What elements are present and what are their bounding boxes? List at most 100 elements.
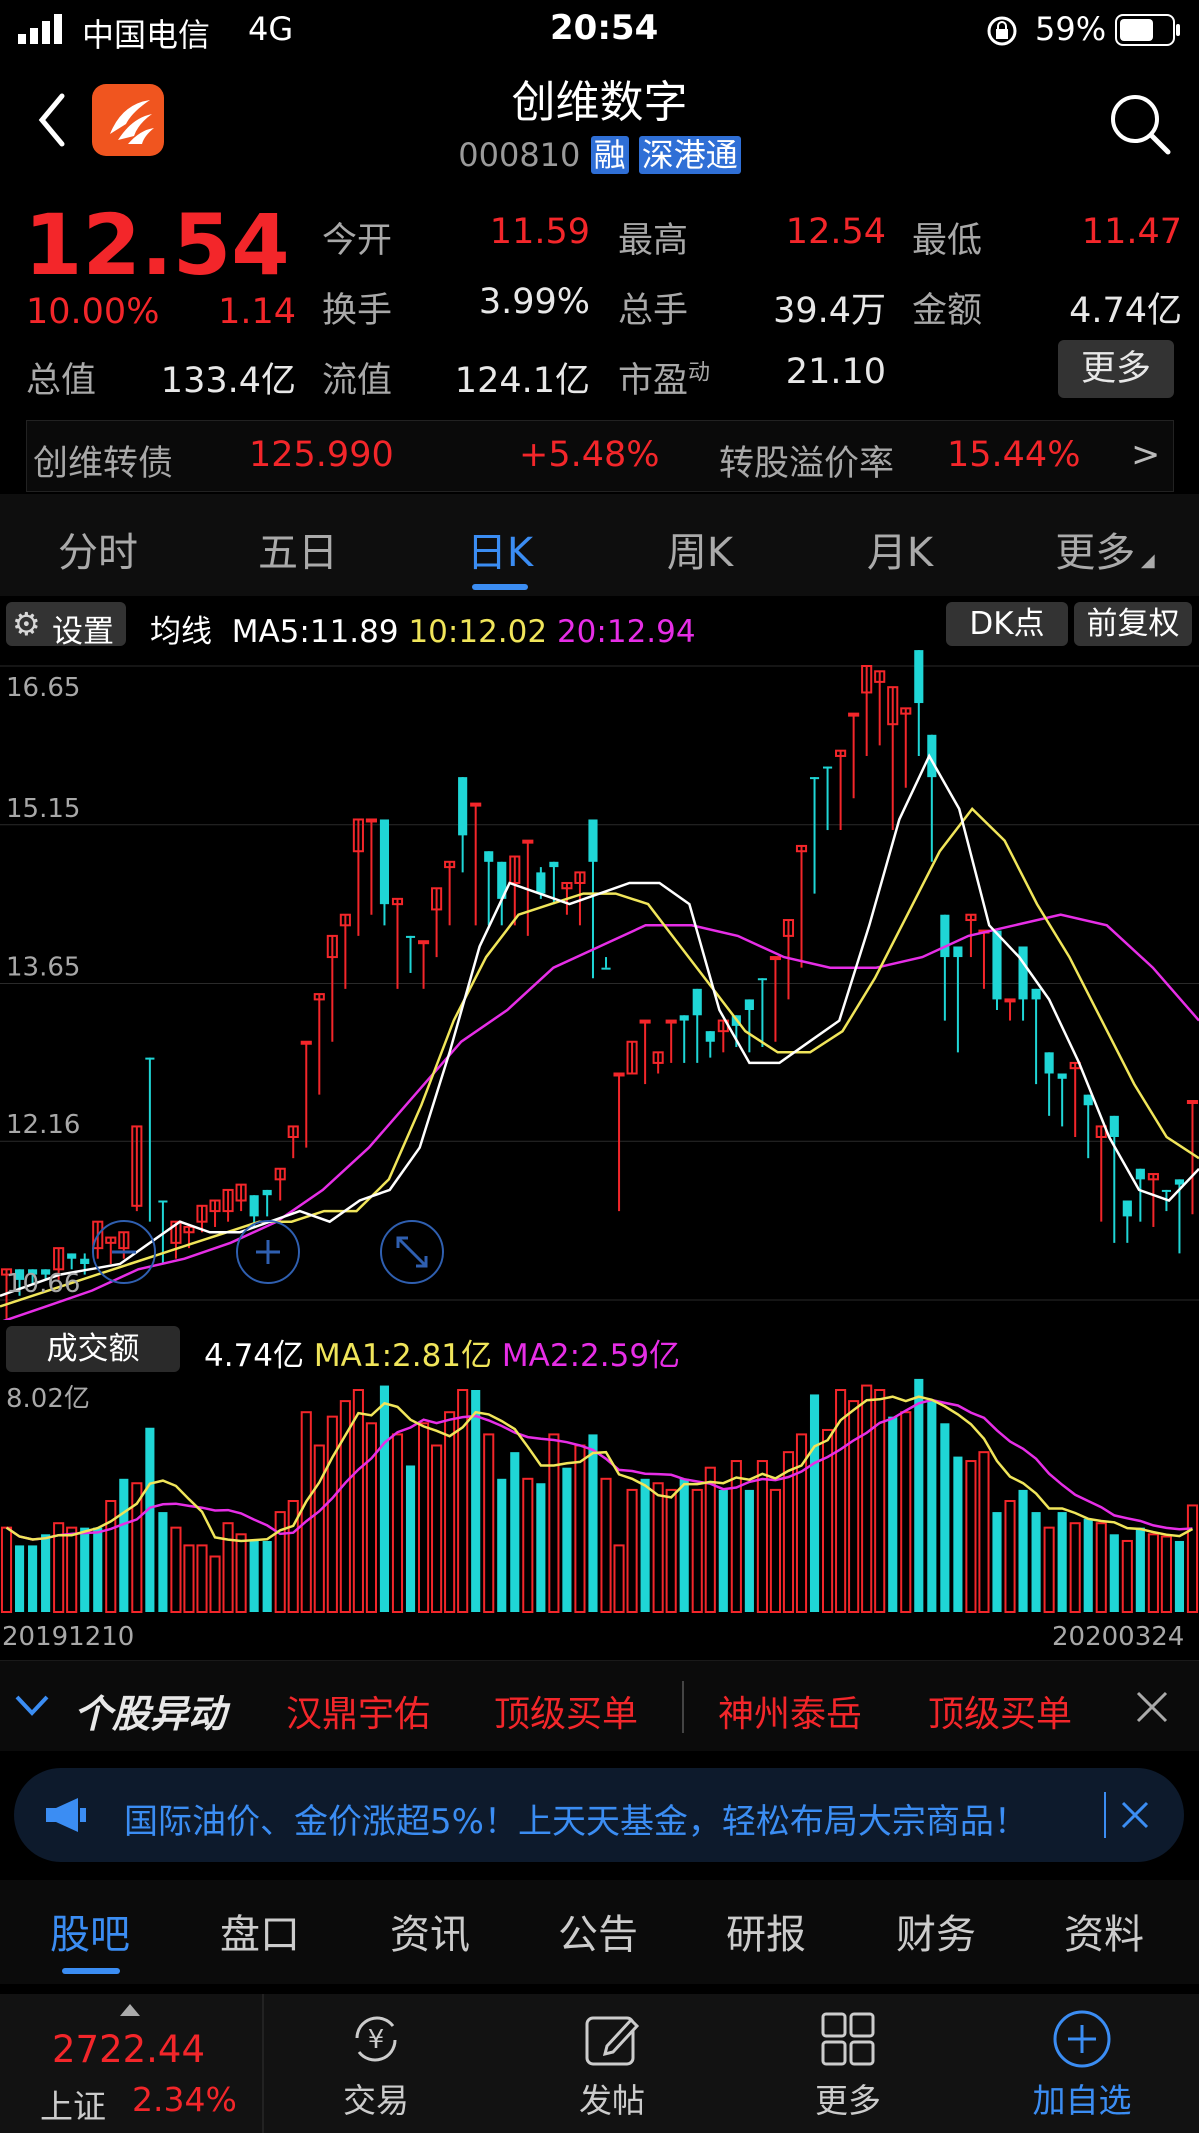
ma-legend: 均线 MA5:11.89 10:12.02 20:12.94: [150, 614, 696, 650]
tab-announcements[interactable]: 公告: [528, 1902, 668, 1960]
volume-bar: [379, 1385, 390, 1612]
volume-bar: [300, 1411, 312, 1614]
bond-name: 创维转债: [33, 444, 174, 484]
volume-bar: [574, 1444, 586, 1613]
candle-body: [158, 1200, 168, 1203]
fullscreen-button[interactable]: [380, 1220, 444, 1284]
bottom-bar: 2722.44 上证 2.34% ¥ 交易 发帖 更多 加自选: [0, 1994, 1199, 2133]
volume-bar: [249, 1540, 259, 1612]
candle-body: [484, 851, 494, 862]
search-icon[interactable]: [1108, 92, 1172, 160]
ad-banner[interactable]: 国际油价、金价涨超5%！上天天基金，轻松布局大宗商品！: [14, 1768, 1184, 1862]
tab-profile[interactable]: 资料: [1034, 1902, 1174, 1960]
add-watchlist-button[interactable]: 加自选: [1012, 2008, 1152, 2122]
candle-body: [613, 1072, 625, 1077]
post-button[interactable]: 发帖: [552, 2008, 672, 2122]
more-quote-button[interactable]: 更多: [1058, 340, 1174, 398]
alert-item1-tag[interactable]: 顶级买单: [494, 1685, 638, 1737]
settings-button[interactable]: ⚙ 设置: [6, 602, 126, 650]
convertible-bond-row[interactable]: 创维转债 125.990 +5.48% 转股溢价率 15.44% >: [26, 420, 1174, 492]
volume-bar: [756, 1460, 768, 1614]
bottom-divider: [262, 1994, 264, 2133]
alert-item1-name[interactable]: 汉鼎宇佑: [286, 1685, 430, 1737]
zoom-out-button[interactable]: [92, 1220, 156, 1284]
pe-value: 21.10: [785, 352, 886, 392]
volume-bar: [1135, 1527, 1145, 1612]
volume-bar: [1174, 1540, 1185, 1612]
volume-bar: [848, 1400, 860, 1613]
tab-day-k[interactable]: 日K: [430, 520, 570, 578]
section-tabs: 股吧 盘口 资讯 公告 研报 财务 资料: [0, 1880, 1199, 1984]
index-ticker[interactable]: 2722.44 上证 2.34%: [0, 1994, 262, 2133]
more-button[interactable]: 更多: [788, 2008, 908, 2122]
volume-bar: [562, 1467, 572, 1612]
volume-bar: [365, 1422, 377, 1613]
volume-bar: [914, 1378, 924, 1612]
chevron-down-icon[interactable]: [14, 1693, 50, 1717]
candle-body: [953, 946, 963, 958]
premium-value: 15.44%: [947, 435, 1081, 475]
tab-week-k[interactable]: 周K: [630, 520, 770, 578]
dk-point-button[interactable]: DK点: [946, 602, 1068, 646]
y-tick-label: 13.65: [6, 953, 80, 983]
tab-research[interactable]: 研报: [696, 1902, 836, 1960]
stock-alert-bar[interactable]: 个股异动 汉鼎宇佑 顶级买单 神州泰岳 顶级买单: [0, 1660, 1199, 1751]
date-end: 20200324: [1052, 1622, 1185, 1652]
badge-shenzhen-hk[interactable]: 深港通: [638, 136, 741, 174]
alert-item2-tag[interactable]: 顶级买单: [928, 1685, 1072, 1737]
volume-bar: [235, 1533, 247, 1613]
volume-bar: [640, 1478, 650, 1612]
alert-item2-name[interactable]: 神州泰岳: [718, 1685, 862, 1737]
open-value: 11.59: [489, 212, 590, 252]
ad-close-icon[interactable]: [1120, 1800, 1150, 1830]
svg-text:¥: ¥: [368, 2025, 385, 2055]
volume-bar: [730, 1460, 742, 1614]
volume-value: 4.74亿: [204, 1338, 305, 1374]
volume-bar: [978, 1451, 990, 1613]
candle-body: [249, 1195, 259, 1217]
candle-body: [601, 967, 611, 970]
tab-wuri[interactable]: 五日: [228, 520, 368, 578]
volume-bar: [444, 1411, 456, 1614]
gear-icon: ⚙: [12, 605, 41, 643]
turnover-label: 换手: [322, 291, 393, 331]
tab-guba[interactable]: 股吧: [20, 1902, 160, 1960]
tab-month-k[interactable]: 月K: [830, 520, 970, 578]
candle-body: [300, 1040, 312, 1045]
high-label: 最高: [618, 221, 689, 261]
badge-margin[interactable]: 融: [590, 136, 629, 174]
volume-indicator-button[interactable]: 成交额: [6, 1326, 180, 1372]
candle-body: [365, 818, 377, 823]
premium-label: 转股溢价率: [719, 444, 895, 484]
y-tick-label: 10.66: [6, 1269, 80, 1299]
volume-bar: [417, 1422, 430, 1613]
trade-button[interactable]: ¥ 交易: [316, 2008, 436, 2122]
volume-bar: [483, 1433, 495, 1614]
network-type: 4G: [248, 10, 294, 48]
index-name: 上证: [40, 2087, 106, 2126]
volume-bar: [704, 1466, 716, 1613]
candle-body: [809, 777, 820, 780]
candle-body: [1109, 1115, 1119, 1138]
kline-chart[interactable]: 16.65 15.15 13.65 12.16 10.66: [0, 650, 1199, 1320]
volume-bar: [1121, 1539, 1133, 1614]
y-tick-label: 12.16: [6, 1110, 80, 1140]
volume-bar: [405, 1465, 416, 1612]
close-icon[interactable]: [1134, 1689, 1170, 1725]
adjust-button[interactable]: 前复权: [1074, 602, 1192, 646]
volume-bar: [536, 1483, 546, 1612]
pe-label: 市盈动: [618, 360, 711, 401]
volume-bar: [28, 1545, 38, 1612]
volume-bar: [718, 1489, 728, 1612]
tab-more[interactable]: 更多 ◢: [1030, 520, 1180, 578]
tab-finance[interactable]: 财务: [866, 1902, 1006, 1960]
tab-news[interactable]: 资讯: [360, 1902, 500, 1960]
candle-body: [1122, 1200, 1132, 1217]
volume-chart[interactable]: [0, 1376, 1199, 1616]
tab-pankou[interactable]: 盘口: [190, 1902, 330, 1960]
ma5-value: MA5:11.89: [231, 614, 399, 650]
rotation-lock-icon: [985, 14, 1019, 56]
volume-bar: [80, 1527, 90, 1612]
tab-fenshi[interactable]: 分时: [28, 520, 168, 578]
zoom-in-button[interactable]: [236, 1220, 300, 1284]
